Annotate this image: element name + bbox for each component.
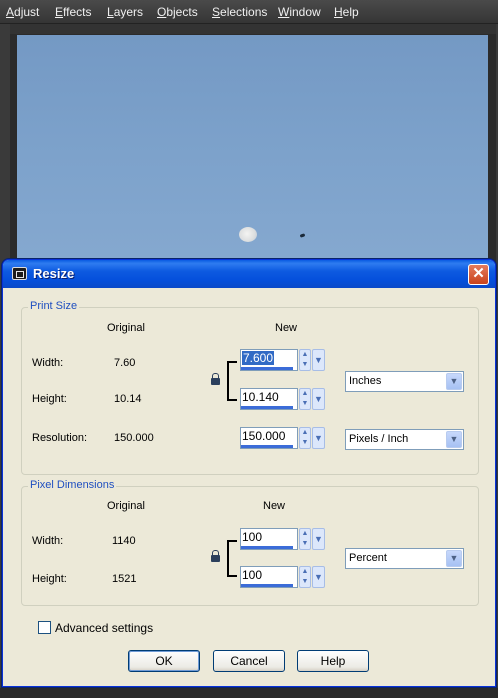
- menu-adjust[interactable]: Adjust: [6, 5, 39, 19]
- close-icon: ✕: [472, 265, 485, 282]
- pixel-dimensions-group: Pixel Dimensions Original New Width: 114…: [21, 479, 479, 606]
- pixel-width-original: 1140: [112, 535, 136, 547]
- menu-help[interactable]: Help: [334, 5, 359, 19]
- menu-effects[interactable]: Effects: [55, 5, 91, 19]
- advanced-settings-label[interactable]: Advanced settings: [55, 621, 153, 635]
- resolution-label: Resolution:: [32, 432, 88, 444]
- menu-objects[interactable]: Objects: [157, 5, 198, 19]
- ok-button[interactable]: OK: [128, 650, 200, 672]
- print-original-header: Original: [107, 322, 145, 334]
- print-height-spinner[interactable]: 10.140 ▲ ▼ ▼: [240, 388, 326, 410]
- print-width-slider-bar[interactable]: [241, 367, 293, 370]
- chevron-down-icon[interactable]: ▼: [312, 566, 325, 588]
- chevron-down-icon[interactable]: ▼: [312, 349, 325, 371]
- pixel-new-header: New: [263, 500, 286, 512]
- resize-app-icon: [12, 267, 27, 280]
- menu-layers[interactable]: Layers: [107, 5, 143, 19]
- dialog-title: Resize: [33, 266, 75, 281]
- advanced-settings-checkbox[interactable]: [38, 621, 51, 634]
- print-units-value: Inches: [349, 375, 382, 387]
- dropdown-arrow-icon[interactable]: ▼: [446, 373, 462, 390]
- chevron-down-icon[interactable]: ▼: [312, 388, 325, 410]
- print-height-label: Height:: [32, 393, 67, 405]
- print-width-original: 7.60: [114, 357, 136, 369]
- print-new-header: New: [275, 322, 298, 334]
- spin-arrows-icon[interactable]: ▲ ▼: [299, 528, 311, 550]
- close-button[interactable]: ✕: [468, 264, 489, 285]
- pixel-height-slider-bar[interactable]: [241, 584, 293, 587]
- spin-arrows-icon[interactable]: ▲ ▼: [299, 349, 311, 371]
- moon-image: [239, 227, 257, 242]
- app-background-strip: [0, 688, 498, 698]
- pixel-link-bracket: [227, 540, 237, 577]
- spin-arrows-icon[interactable]: ▲ ▼: [299, 427, 311, 449]
- menu-selections[interactable]: Selections: [212, 5, 267, 19]
- resolution-original: 150.000: [114, 432, 154, 444]
- print-height-slider-bar[interactable]: [241, 406, 293, 409]
- resolution-spinner[interactable]: 150.000 ▲ ▼ ▼: [240, 427, 326, 449]
- resolution-units-value: Pixels / Inch: [349, 433, 409, 445]
- menu-window[interactable]: Window: [278, 5, 321, 19]
- print-size-group: Print Size Original New Width: 7.60 7.60…: [21, 300, 479, 475]
- resize-dialog: Resize ✕ Print Size Original New Width: …: [2, 259, 496, 687]
- spin-arrows-icon[interactable]: ▲ ▼: [299, 388, 311, 410]
- print-height-original: 10.14: [114, 393, 142, 405]
- lock-aspect-icon[interactable]: [211, 550, 220, 562]
- lock-aspect-icon[interactable]: [211, 373, 220, 385]
- pixel-width-spinner[interactable]: 100 ▲ ▼ ▼: [240, 528, 326, 550]
- dialog-titlebar[interactable]: Resize ✕: [3, 260, 495, 288]
- pixel-width-slider-bar[interactable]: [241, 546, 293, 549]
- pixel-height-original: 1521: [112, 573, 137, 585]
- pixel-height-spinner[interactable]: 100 ▲ ▼ ▼: [240, 566, 326, 588]
- image-document-window: [10, 24, 496, 275]
- pixel-units-value: Percent: [349, 552, 387, 564]
- print-width-label: Width:: [32, 357, 64, 369]
- pixel-width-label: Width:: [32, 535, 64, 547]
- print-units-select[interactable]: Inches ▼: [345, 371, 464, 392]
- pixel-dimensions-group-label: Pixel Dimensions: [28, 479, 117, 491]
- resolution-units-select[interactable]: Pixels / Inch ▼: [345, 429, 464, 450]
- print-link-bracket: [227, 361, 237, 401]
- resolution-slider-bar[interactable]: [241, 445, 293, 448]
- pixel-original-header: Original: [107, 500, 145, 512]
- cancel-button[interactable]: Cancel: [213, 650, 285, 672]
- sky-photo-canvas[interactable]: [17, 35, 488, 275]
- app-menu-bar: Adjust Effects Layers Objects Selections…: [0, 0, 498, 24]
- print-size-group-label: Print Size: [28, 300, 80, 312]
- help-button[interactable]: Help: [297, 650, 369, 672]
- chevron-down-icon[interactable]: ▼: [312, 427, 325, 449]
- pixel-height-label: Height:: [32, 573, 67, 585]
- dropdown-arrow-icon[interactable]: ▼: [446, 431, 462, 448]
- pixel-units-select[interactable]: Percent ▼: [345, 548, 464, 569]
- bird-image: [299, 233, 306, 238]
- print-width-spinner[interactable]: 7.600 ▲ ▼ ▼: [240, 349, 326, 371]
- image-window-titlebar: [10, 24, 496, 34]
- spin-arrows-icon[interactable]: ▲ ▼: [299, 566, 311, 588]
- dropdown-arrow-icon[interactable]: ▼: [446, 550, 462, 567]
- chevron-down-icon[interactable]: ▼: [312, 528, 325, 550]
